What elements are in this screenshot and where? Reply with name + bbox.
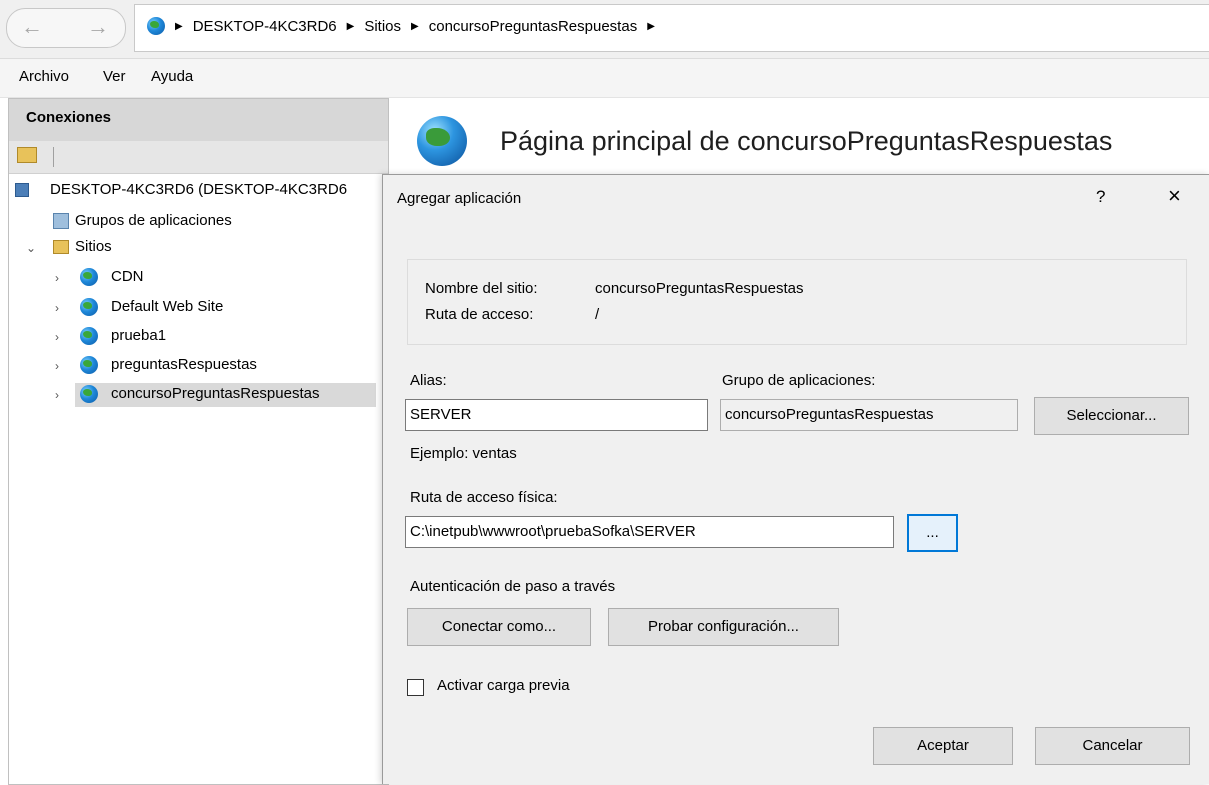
chevron-right-icon[interactable]: › [55, 384, 59, 406]
server-icon [15, 183, 29, 197]
globe-icon [80, 268, 98, 286]
tree-site-label: prueba1 [111, 327, 167, 344]
chevron-right-icon[interactable]: › [55, 267, 59, 289]
connect-folder-icon[interactable] [17, 147, 37, 163]
tree-site-label-selected: concursoPreguntasRespuestas [111, 385, 320, 402]
globe-icon [80, 385, 98, 403]
example-text: Ejemplo: ventas [410, 445, 517, 462]
select-button[interactable]: Seleccionar... [1034, 397, 1189, 435]
physical-path-input[interactable]: C:\inetpub\wwwroot\pruebaSofka\SERVER [405, 516, 894, 548]
breadcrumb-server[interactable]: DESKTOP-4KC3RD6 [193, 18, 337, 35]
tree-site-label: preguntasRespuestas [111, 356, 257, 373]
tree-site-prueba1[interactable]: › prueba1 [9, 325, 388, 349]
test-settings-button[interactable]: Probar configuración... [608, 608, 839, 646]
globe-icon [147, 17, 165, 35]
chevron-right-icon[interactable]: ▶ [647, 21, 655, 32]
dialog-title: Agregar aplicación [397, 190, 522, 207]
chevron-right-icon: ▶ [346, 20, 355, 32]
sites-folder-icon [53, 240, 69, 254]
preload-checkbox[interactable] [407, 679, 424, 696]
breadcrumb: ▶ DESKTOP-4KC3RD6 ▶ Sitios ▶ concursoPre… [147, 17, 665, 35]
address-bar-area: ← → ▶ DESKTOP-4KC3RD6 ▶ Sitios ▶ concurs… [0, 0, 1209, 59]
back-arrow-icon[interactable]: ← [21, 15, 43, 39]
navigation-buttons: ← → [6, 8, 126, 48]
site-info-group: Nombre del sitio: concursoPreguntasRespu… [407, 259, 1187, 345]
app-pool-label: Grupo de aplicaciones: [722, 372, 876, 389]
cancel-button[interactable]: Cancelar [1035, 727, 1190, 765]
connections-toolbar [9, 141, 388, 174]
add-application-dialog: Agregar aplicación ? × Nombre del sitio:… [382, 174, 1209, 784]
alias-label: Alias: [410, 372, 447, 389]
help-button[interactable]: ? [1096, 187, 1105, 207]
site-name-label: Nombre del sitio: [425, 280, 538, 297]
tree-site-preguntas[interactable]: › preguntasRespuestas [9, 354, 388, 378]
app-pool-field: concursoPreguntasRespuestas [720, 399, 1018, 431]
browse-button[interactable]: ... [907, 514, 958, 552]
tree-server-label: DESKTOP-4KC3RD6 (DESKTOP-4KC3RD6 [50, 181, 348, 198]
site-globe-icon [417, 116, 467, 166]
path-label: Ruta de acceso: [425, 306, 534, 323]
ok-button[interactable]: Aceptar [873, 727, 1013, 765]
tree-site-label: CDN [111, 268, 144, 285]
tree-app-pools-label: Grupos de aplicaciones [75, 212, 232, 229]
connections-title: Conexiones [26, 109, 112, 126]
chevron-down-icon[interactable]: ⌄ [26, 237, 36, 259]
breadcrumb-sites[interactable]: Sitios [364, 18, 401, 35]
chevron-right-icon: ▶ [175, 20, 183, 32]
connections-header: Conexiones [9, 99, 388, 141]
physical-path-label: Ruta de acceso física: [410, 489, 558, 506]
app-pools-icon [53, 213, 69, 229]
connections-pane: Conexiones DESKTOP-4KC3RD6 (DESKTOP-4KC3… [8, 98, 389, 785]
connect-as-button[interactable]: Conectar como... [407, 608, 591, 646]
breadcrumb-site[interactable]: concursoPreguntasRespuestas [429, 18, 637, 35]
chevron-right-icon[interactable]: › [55, 297, 59, 319]
page-title: Página principal de concursoPreguntasRes… [500, 126, 1113, 156]
tree-site-concurso[interactable]: › concursoPreguntasRespuestas [9, 383, 388, 407]
globe-icon [80, 356, 98, 374]
chevron-right-icon[interactable]: › [55, 355, 59, 377]
tree-sites-label: Sitios [75, 238, 112, 255]
passthrough-label: Autenticación de paso a través [410, 578, 616, 595]
tree-site-cdn[interactable]: › CDN [9, 266, 388, 290]
chevron-right-icon[interactable]: › [55, 326, 59, 348]
tree-site-label: Default Web Site [111, 298, 224, 315]
chevron-right-icon: ▶ [411, 20, 419, 32]
toolbar-separator [53, 147, 54, 167]
globe-icon [80, 298, 98, 316]
close-icon[interactable]: × [1168, 185, 1181, 207]
menu-ver[interactable]: Ver [103, 68, 126, 85]
menu-bar: Archivo Ver Ayuda [0, 59, 1209, 98]
tree-sites[interactable]: ⌄ Sitios [9, 236, 388, 260]
site-name-value: concursoPreguntasRespuestas [595, 280, 804, 297]
menu-archivo[interactable]: Archivo [19, 68, 69, 85]
alias-input[interactable]: SERVER [405, 399, 708, 431]
globe-icon [80, 327, 98, 345]
tree-site-default[interactable]: › Default Web Site [9, 296, 388, 320]
menu-ayuda[interactable]: Ayuda [151, 68, 193, 85]
preload-label: Activar carga previa [437, 677, 570, 694]
tree-app-pools[interactable]: Grupos de aplicaciones [9, 210, 388, 234]
address-bar[interactable]: ▶ DESKTOP-4KC3RD6 ▶ Sitios ▶ concursoPre… [134, 4, 1209, 52]
forward-arrow-icon[interactable]: → [87, 15, 109, 39]
path-value: / [595, 306, 600, 323]
tree-server-node[interactable]: DESKTOP-4KC3RD6 (DESKTOP-4KC3RD6 [9, 179, 388, 203]
